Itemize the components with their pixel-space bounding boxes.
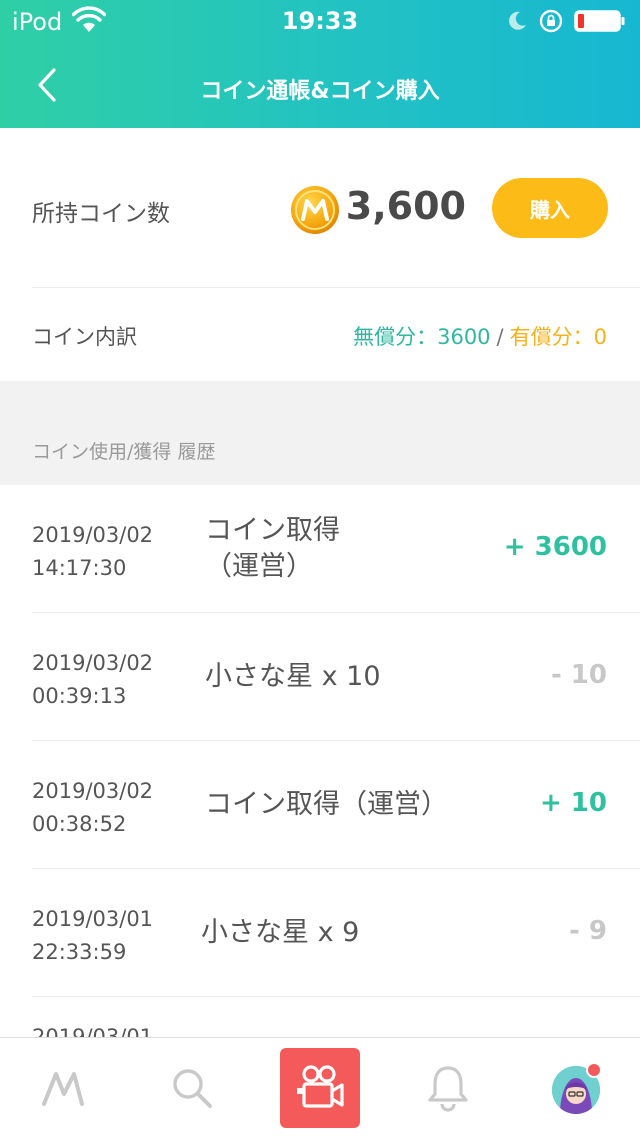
breakdown-separator: / [496,325,504,349]
list-item: 2019/03/02 00:39:13 小さな星 x 10 - 10 [0,613,640,741]
m-coin-icon [291,186,339,234]
history-date: 2019/03/02 [32,523,154,547]
list-item: 2019/03/02 00:38:52 コイン取得（運営） + 10 [0,741,640,869]
history-time: 22:33:59 [32,940,127,964]
tab-home[interactable] [14,1038,114,1136]
history-desc-line: コイン取得（運営） [205,789,448,820]
history-desc-line: 小さな星 x 10 [205,661,381,692]
list-item: 2019/03/01 22:33:59 小さな星 x 9 - 9 [0,869,640,997]
header: iPod 19:33 コイン通帳&コイン購入 [0,0,640,128]
history-list: 2019/03/02 14:17:30 コイン取得 （運営） + 3600 20… [0,485,640,997]
divider [32,996,640,997]
search-icon [173,1068,212,1108]
history-description: 小さな星 x 9 [201,915,359,951]
history-datetime: 2019/03/01 22:33:59 [32,903,153,969]
history-description: 小さな星 x 10 [205,659,381,695]
tab-bar [0,1037,640,1136]
home-m-icon [42,1071,84,1106]
tab-search[interactable] [142,1038,242,1136]
history-desc-line: 小さな星 x 9 [201,917,360,948]
rotation-lock-icon [539,9,563,33]
bell-icon [428,1065,468,1112]
status-bar: iPod 19:33 [0,0,640,42]
history-section-header: コイン使用/獲得 履歴 [0,381,640,485]
moon-icon [509,11,526,30]
history-date: 2019/03/02 [32,779,154,803]
history-amount: + 3600 [503,532,607,562]
history-description: コイン取得（運営） [205,787,448,823]
history-amount: - 9 [569,916,607,946]
coin-amount: 3,600 [345,184,466,228]
coin-summary: 所持コイン数 3,600 購入 [0,128,640,288]
tab-notifications[interactable] [398,1038,498,1136]
history-datetime: 2019/03/02 00:39:13 [32,647,153,713]
history-amount: + 10 [539,788,607,818]
battery-icon [574,10,625,32]
breakdown-value: 無償分：3600/有償分：0 [353,321,607,351]
history-amount: - 10 [550,660,607,690]
coin-breakdown: コイン内訳 無償分：3600/有償分：0 [0,288,640,381]
notification-badge [586,1062,602,1078]
history-time: 14:17:30 [32,556,127,580]
history-desc-line: （運営） [205,551,313,582]
history-date: 2019/03/02 [32,651,154,675]
page-title: コイン通帳&コイン購入 [200,79,440,104]
history-time: 00:38:52 [32,812,127,836]
free-coins: 無償分：3600 [353,325,491,349]
paid-coins: 有償分：0 [509,325,607,349]
history-desc-line: コイン取得 [205,515,340,546]
video-camera-icon [297,1065,344,1108]
buy-button[interactable]: 購入 [492,178,608,238]
history-description: コイン取得 （運営） [205,513,340,585]
tab-record[interactable] [280,1048,360,1128]
history-date: 2019/03/01 [32,907,154,931]
history-section-title: コイン使用/獲得 履歴 [32,441,216,463]
breakdown-label: コイン内訳 [32,325,137,349]
list-item: 2019/03/02 14:17:30 コイン取得 （運営） + 3600 [0,485,640,613]
history-datetime: 2019/03/02 00:38:52 [32,775,153,841]
coin-count-label: 所持コイン数 [32,201,170,227]
history-time: 00:39:13 [32,684,127,708]
history-datetime: 2019/03/02 14:17:30 [32,519,153,585]
